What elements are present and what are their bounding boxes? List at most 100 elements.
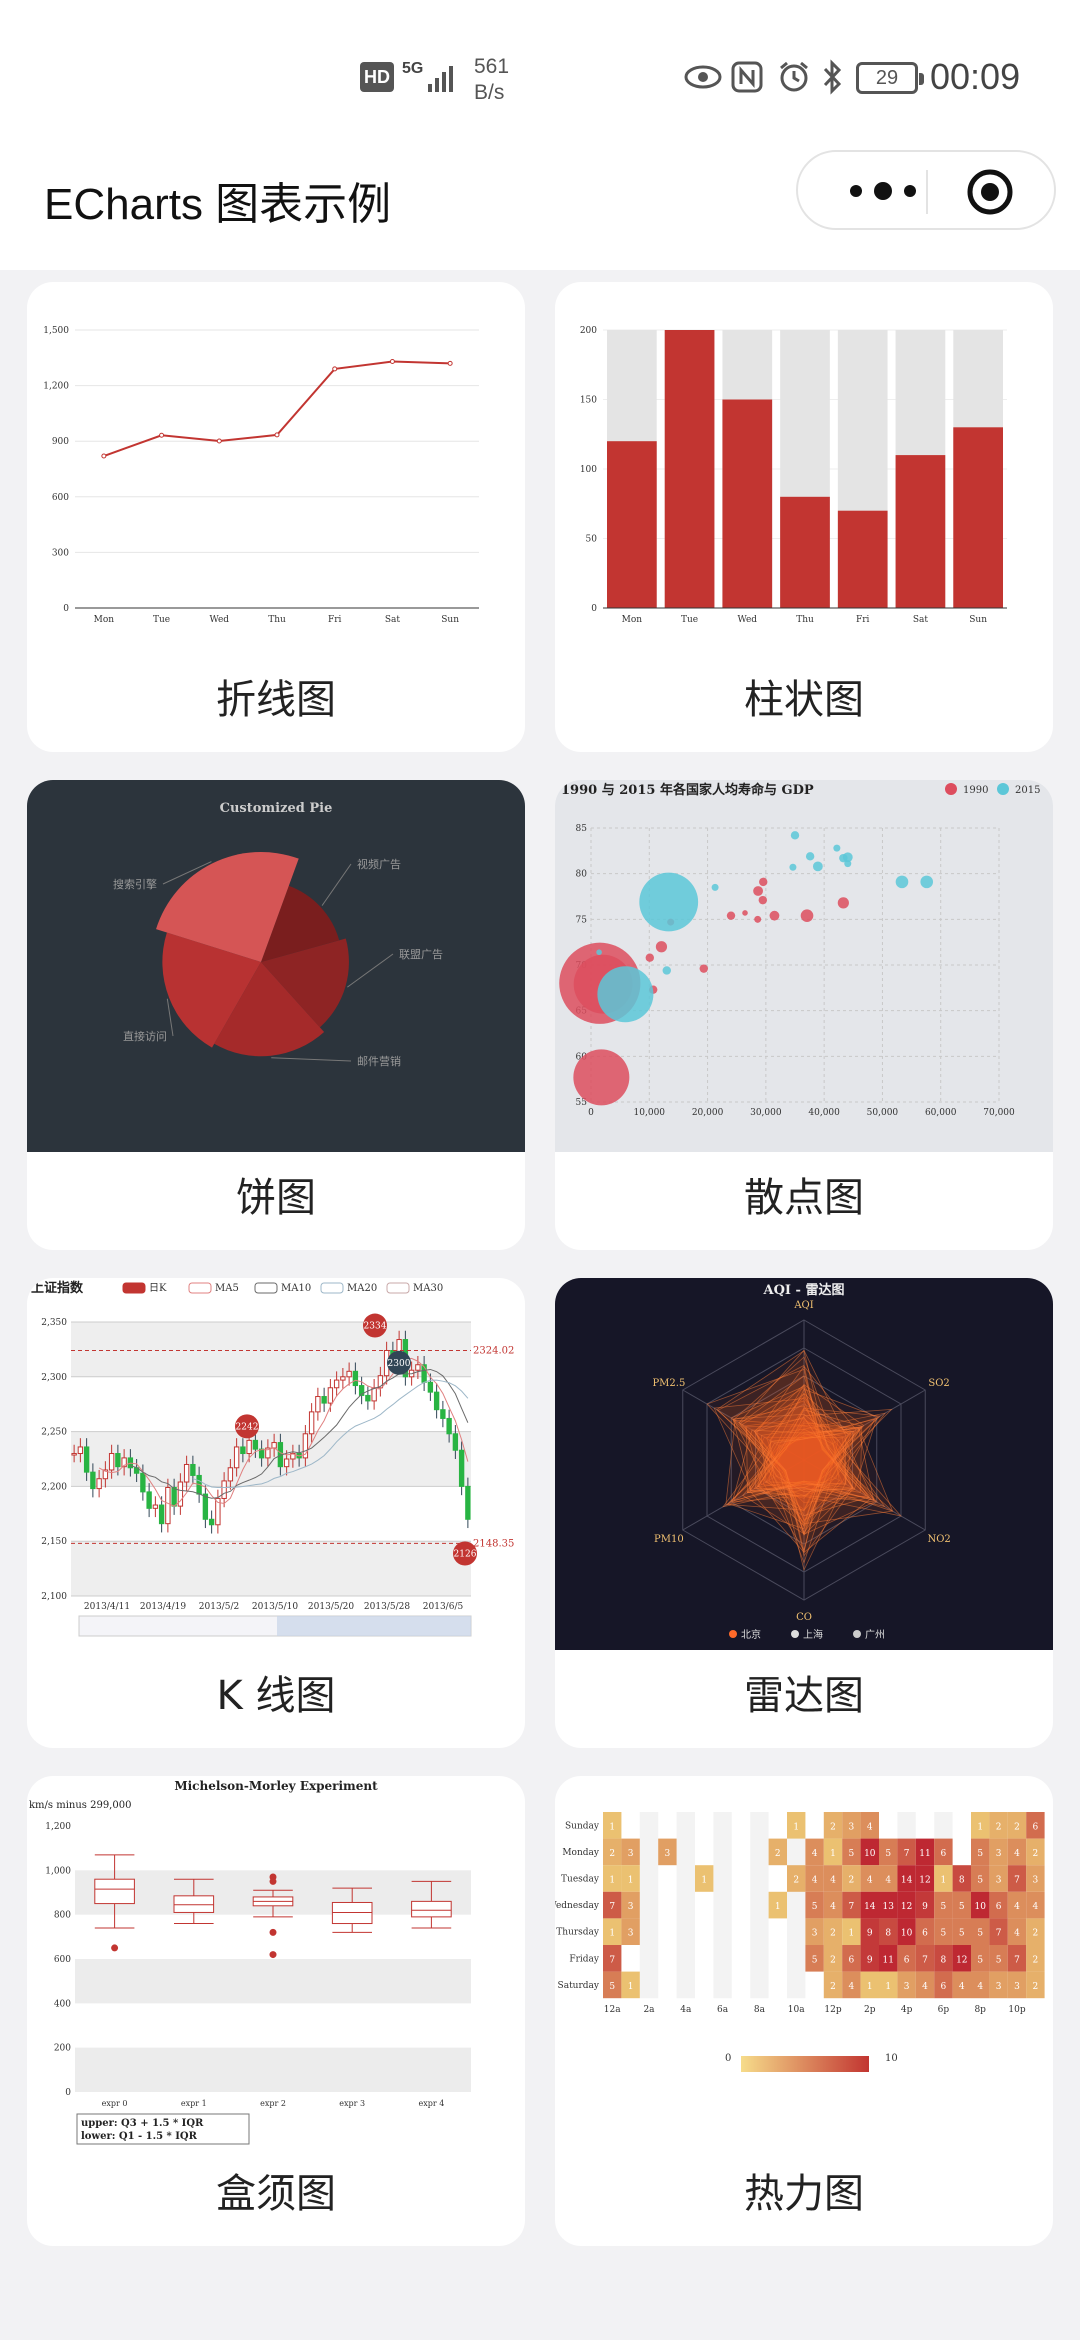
y-tick-label: 1,500 — [43, 326, 69, 336]
scatter-point — [699, 964, 708, 973]
cell-value: 4 — [849, 1982, 855, 1992]
card-kline[interactable]: 上证指数 日K MA5 MA10 MA20 MA30 2,100 2,150 2,200 2,25… — [27, 1278, 525, 1748]
x-tick-label: 8p — [974, 2005, 986, 2015]
candle — [446, 1417, 452, 1435]
box — [94, 1878, 135, 1905]
x-tick-label: 10p — [1008, 2005, 1025, 2015]
candle — [202, 1493, 209, 1520]
cell-value: 2 — [830, 1955, 836, 1965]
scatter-point — [662, 966, 671, 975]
legend-label: MA30 — [413, 1283, 443, 1294]
candle — [240, 1446, 246, 1455]
cell-value: 2 — [1033, 1955, 1039, 1965]
cell-value: 3 — [996, 1876, 1002, 1886]
candle — [71, 1453, 77, 1456]
scatter-point — [789, 863, 797, 871]
card-label: 雷达图 — [744, 1673, 864, 1719]
cell-value: 3 — [628, 1902, 634, 1912]
legend-label: MA5 — [215, 1283, 239, 1294]
cell-value: 2 — [996, 1822, 1002, 1832]
cell-value: 4 — [885, 1876, 891, 1886]
x-tick-label: expr 1 — [181, 2099, 207, 2108]
x-tick-label: Mon — [94, 615, 115, 625]
box — [331, 1901, 373, 1925]
x-tick-label: 60,000 — [925, 1108, 957, 1118]
card-heatmap[interactable]: Sunday 1 1 2 3 4 1 2 2 6 Monday 2 3 3 2 4 1 5 10 5 7 11 6 5 3 4 2 T… — [555, 1776, 1053, 2246]
more-dots-icon[interactable] — [838, 176, 928, 206]
card-pie[interactable]: Customized Pie 视频广告 联盟广告 邮件营销 直接访问 搜索引擎 饼图 — [27, 780, 525, 1250]
scatter-point — [758, 895, 768, 905]
x-tick-label: Sat — [913, 615, 929, 625]
bluetooth-icon — [820, 58, 844, 101]
x-tick-label: 2013/5/28 — [364, 1602, 410, 1612]
cell-value: 8 — [941, 1955, 947, 1965]
x-tick-label: 6a — [717, 2005, 729, 2015]
candle — [158, 1504, 165, 1525]
legend-label: 北京 — [741, 1628, 761, 1641]
outlier-point — [269, 1951, 277, 1959]
x-tick-label: Wed — [737, 615, 757, 625]
legend-marker — [791, 1630, 799, 1638]
cell-value: 8 — [885, 1929, 891, 1939]
data-point — [332, 366, 338, 372]
scatter-point — [645, 953, 654, 962]
cell-value: 2 — [1033, 1849, 1039, 1859]
cell-value: 1 — [628, 1982, 634, 1992]
cell-value: 2 — [830, 1822, 836, 1832]
cell-value: 2 — [1014, 1822, 1020, 1832]
note-line: lower: Q1 - 1.5 * IQR — [81, 2131, 198, 2142]
box — [173, 1895, 215, 1913]
x-tick-label: 12a — [604, 2005, 621, 2015]
card-line[interactable]: 0 300 600 900 1,200 1,500 Mon Tue Wed Thu Fri Sat Su… — [27, 282, 525, 752]
x-tick-label: 2013/6/5 — [423, 1602, 464, 1612]
card-scatter[interactable]: 1990 与 2015 年各国家人均寿命与 GDP199020155560657… — [555, 780, 1053, 1250]
bar-chart: 0 50 100 150 200 Mon Tue Wed Thu Fri Sat Sun — [580, 326, 1007, 625]
bar — [722, 399, 773, 608]
cell-value: 1 — [830, 1849, 836, 1859]
candle — [77, 1446, 84, 1455]
grid-band — [750, 1812, 769, 1999]
y-tick-label: 200 — [580, 326, 597, 336]
candle — [183, 1463, 190, 1483]
candle — [233, 1446, 240, 1469]
y-tick-label: 2,200 — [41, 1482, 67, 1492]
candle — [315, 1396, 321, 1413]
indicator-label: SO2 — [928, 1378, 949, 1389]
legend-label: 广州 — [865, 1629, 885, 1641]
x-tick-label: 10a — [788, 2005, 805, 2015]
candle — [221, 1480, 227, 1499]
scatter-point — [655, 941, 668, 953]
cell-value: 5 — [977, 1849, 983, 1859]
mark-point-label: 2126 — [454, 1550, 477, 1560]
mark-line-label: 2324.02 — [473, 1345, 514, 1356]
cell-value: 1 — [867, 1982, 873, 1992]
scatter-point — [790, 831, 800, 840]
slice-label: 联盟广告 — [399, 948, 443, 961]
scatter-point — [844, 860, 852, 868]
cell-value: 10 — [901, 1929, 913, 1939]
y-tick-label: Thursday — [556, 1928, 600, 1938]
scatter-chart: 1990 与 2015 年各国家人均寿命与 GDP199020155560657… — [555, 780, 1053, 1152]
data-zoom-window — [277, 1616, 471, 1636]
x-tick-label: 6p — [938, 2005, 950, 2015]
candle — [108, 1453, 115, 1471]
candle — [252, 1439, 259, 1450]
candle — [427, 1381, 434, 1393]
x-tick-label: 4p — [901, 2005, 913, 2015]
y-tick-label: 50 — [586, 535, 598, 545]
scatter-point — [769, 910, 780, 921]
candle — [321, 1396, 327, 1404]
y-tick-label: 150 — [580, 396, 597, 406]
card-radar[interactable]: AQI - 雷达图 AQI SO2 NO2 CO PM10 PM2.5 北京 上海 广州 雷达图 — [555, 1278, 1053, 1748]
mark-point-label: 2300 — [388, 1359, 411, 1369]
target-icon[interactable] — [966, 168, 1014, 216]
legend-marker — [853, 1630, 861, 1638]
cell-value: 2 — [1033, 1929, 1039, 1939]
slice-label: 直接访问 — [123, 1029, 167, 1043]
legend-label: 日K — [149, 1283, 167, 1294]
cell-value: 9 — [867, 1955, 873, 1965]
card-bar[interactable]: 0 50 100 150 200 Mon Tue Wed Thu Fri Sat Sun 柱状图 — [555, 282, 1053, 752]
card-boxplot[interactable]: Michelson-Morley Experiment km/s minus 29… — [27, 1776, 525, 2246]
box — [411, 1900, 452, 1918]
scatter-point — [920, 875, 934, 889]
